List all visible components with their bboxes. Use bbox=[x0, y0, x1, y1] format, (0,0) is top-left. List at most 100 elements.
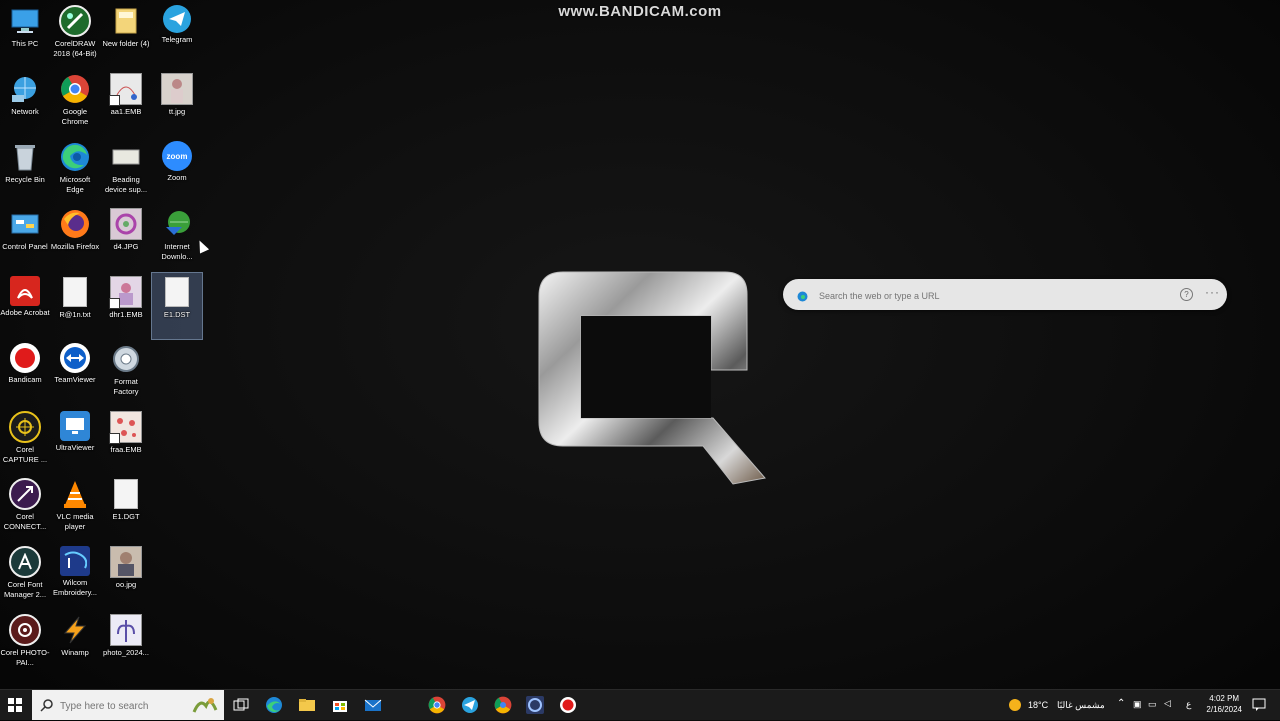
clock-date: 2/16/2024 bbox=[1206, 705, 1242, 714]
taskbar-telegram-icon[interactable] bbox=[461, 696, 479, 714]
windows-start-icon[interactable] bbox=[8, 698, 22, 712]
desktop-icon-microsoft-edge[interactable]: Microsoft Edge bbox=[50, 138, 100, 204]
desktop-icon-firefox[interactable]: Mozilla Firefox bbox=[50, 205, 100, 271]
search-input[interactable] bbox=[817, 285, 1161, 306]
corel-photo-paint-icon bbox=[9, 614, 41, 646]
image-thumbnail-icon bbox=[110, 208, 142, 240]
taskbar-bandicam-icon[interactable] bbox=[559, 696, 577, 714]
weather-temperature[interactable]: 18°C bbox=[1028, 700, 1048, 710]
clock-time: 4:02 PM bbox=[1209, 694, 1240, 703]
desktop-icon-fraa-emb[interactable]: fraa.EMB bbox=[101, 408, 151, 474]
notification-icon[interactable] bbox=[1251, 696, 1269, 714]
edge-icon bbox=[797, 289, 808, 302]
taskbar-chrome-icon[interactable] bbox=[428, 696, 446, 714]
desktop-icon-corel-font-manager[interactable]: Corel Font Manager 2... bbox=[0, 543, 50, 609]
computer-icon bbox=[9, 5, 41, 37]
zoom-icon: zoom bbox=[162, 141, 192, 171]
input-language[interactable]: ع bbox=[1186, 699, 1191, 710]
network-globe-icon bbox=[9, 73, 41, 105]
chevron-up-icon[interactable]: ⌃ bbox=[1117, 698, 1125, 709]
desktop-icon-telegram[interactable]: Telegram bbox=[152, 2, 202, 68]
desktop-icon-new-folder[interactable]: New folder (4) bbox=[101, 2, 151, 68]
taskbar-coreldraw-icon[interactable] bbox=[526, 696, 544, 714]
weather-description[interactable]: مشمس غالبًا bbox=[1057, 700, 1105, 711]
tray-network-icon[interactable]: ▣ bbox=[1133, 699, 1142, 710]
format-factory-icon bbox=[110, 343, 142, 375]
desktop-icon-photo-2024[interactable]: photo_2024... bbox=[101, 611, 151, 677]
desktop-icon-control-panel[interactable]: Control Panel bbox=[0, 205, 50, 271]
desktop-icon-oo-jpg[interactable]: oo.jpg bbox=[101, 543, 151, 609]
task-view-icon[interactable] bbox=[232, 696, 250, 714]
desktop-icon-dhr1-emb[interactable]: dhr1.EMB bbox=[101, 273, 151, 339]
desktop-icon-e1-dst[interactable]: E1.DST bbox=[151, 272, 203, 340]
taskbar-file-explorer-icon[interactable] bbox=[298, 696, 316, 714]
image-thumbnail-icon bbox=[110, 546, 142, 578]
corel-capture-icon bbox=[9, 411, 41, 443]
desktop-icon-d4-jpg[interactable]: d4.JPG bbox=[101, 205, 151, 271]
bandicam-record-icon bbox=[10, 343, 40, 373]
desktop-icon-corel-connect[interactable]: Corel CONNECT... bbox=[0, 475, 50, 541]
desktop-icon-recycle-bin[interactable]: Recycle Bin bbox=[0, 138, 50, 204]
desktop-icon-google-chrome[interactable]: Google Chrome bbox=[50, 70, 100, 136]
desktop-icon-wilcom-embroidery[interactable]: Wilcom Embroidery... bbox=[50, 543, 100, 609]
text-file-icon bbox=[59, 276, 91, 308]
image-thumbnail-icon bbox=[110, 614, 142, 646]
taskbar-store-icon[interactable] bbox=[331, 696, 349, 714]
desktop-icon-network[interactable]: Network bbox=[0, 70, 50, 136]
taskbar-mail-icon[interactable] bbox=[364, 696, 382, 714]
desktop-icon-winamp[interactable]: Winamp bbox=[50, 611, 100, 677]
desktop-icon-tt-jpg[interactable]: tt.jpg bbox=[152, 70, 202, 136]
desktop-icon-zoom[interactable]: zoom Zoom bbox=[152, 138, 202, 204]
file-icon bbox=[110, 141, 142, 173]
control-panel-icon bbox=[9, 208, 41, 240]
chrome-icon bbox=[59, 73, 91, 105]
chrome-q-logo bbox=[535, 270, 770, 490]
desktop-icon-ultraviewer[interactable]: UltraViewer bbox=[50, 408, 100, 474]
edge-icon bbox=[59, 141, 91, 173]
recycle-bin-icon bbox=[9, 141, 41, 173]
search-icon bbox=[40, 698, 54, 712]
search-highlight-art-icon bbox=[192, 694, 218, 716]
emb-file-icon bbox=[109, 411, 142, 444]
desktop-icon-format-factory[interactable]: Format Factory bbox=[101, 340, 151, 406]
desktop-icon-adobe-acrobat[interactable]: Adobe Acrobat bbox=[0, 273, 50, 339]
teamviewer-icon bbox=[60, 343, 90, 373]
weather-sun-icon[interactable] bbox=[1006, 696, 1024, 714]
winamp-bolt-icon bbox=[59, 614, 91, 646]
new-tab-search-box[interactable]: ? ··· bbox=[783, 279, 1227, 310]
speaker-icon[interactable]: ◁ bbox=[1164, 698, 1171, 709]
image-thumbnail-icon bbox=[161, 73, 193, 105]
taskbar-clock[interactable]: 4:02 PM 2/16/2024 bbox=[1206, 693, 1242, 715]
more-options-icon[interactable]: ··· bbox=[1205, 285, 1220, 299]
desktop-icon-internet-download-manager[interactable]: Internet Downlo... bbox=[152, 205, 202, 271]
desktop-icon-beading-device[interactable]: Beading device sup... bbox=[101, 138, 151, 204]
corel-connect-icon bbox=[9, 478, 41, 510]
desktop-icon-coreldraw[interactable]: CorelDRAW 2018 (64-Bit) bbox=[50, 2, 100, 68]
coreldraw-icon bbox=[59, 5, 91, 37]
ultraviewer-icon bbox=[60, 411, 90, 441]
desktop-icon-teamviewer[interactable]: TeamViewer bbox=[50, 340, 100, 406]
taskbar-search-input[interactable] bbox=[58, 696, 192, 716]
telegram-icon bbox=[163, 5, 191, 33]
emb-file-icon bbox=[109, 276, 142, 309]
taskbar-edge-icon[interactable] bbox=[265, 696, 283, 714]
desktop-icon-bandicam[interactable]: Bandicam bbox=[0, 340, 50, 406]
help-icon[interactable]: ? bbox=[1180, 288, 1193, 301]
desktop-icon-this-pc[interactable]: This PC bbox=[0, 2, 50, 68]
taskbar-chrome-profile-icon[interactable] bbox=[494, 696, 512, 714]
desktop-icon-vlc[interactable]: VLC media player bbox=[50, 475, 100, 541]
folder-icon bbox=[110, 5, 142, 37]
firefox-icon bbox=[59, 208, 91, 240]
vlc-cone-icon bbox=[59, 478, 91, 510]
desktop-icon-corel-capture[interactable]: Corel CAPTURE ... bbox=[0, 408, 50, 474]
desktop-icon-grid: This PC CorelDRAW 2018 (64-Bit) New fold… bbox=[0, 0, 210, 690]
desktop-icon-aa1-emb[interactable]: aa1.EMB bbox=[101, 70, 151, 136]
taskbar-search-box[interactable] bbox=[32, 690, 224, 720]
taskbar: 18°C مشمس غالبًا ⌃ ▣ ▭ ◁ ع 4:02 PM 2/16/… bbox=[0, 689, 1280, 720]
tray-device-icon[interactable]: ▭ bbox=[1148, 699, 1157, 710]
desktop-icon-e1-dgt[interactable]: E1.DGT bbox=[101, 475, 151, 541]
desktop-icon-corel-photo-paint[interactable]: Corel PHOTO-PAI... bbox=[0, 611, 50, 677]
file-icon bbox=[110, 478, 142, 510]
idm-globe-icon bbox=[161, 208, 193, 240]
desktop-icon-r1n-txt[interactable]: R@1n.txt bbox=[50, 273, 100, 339]
